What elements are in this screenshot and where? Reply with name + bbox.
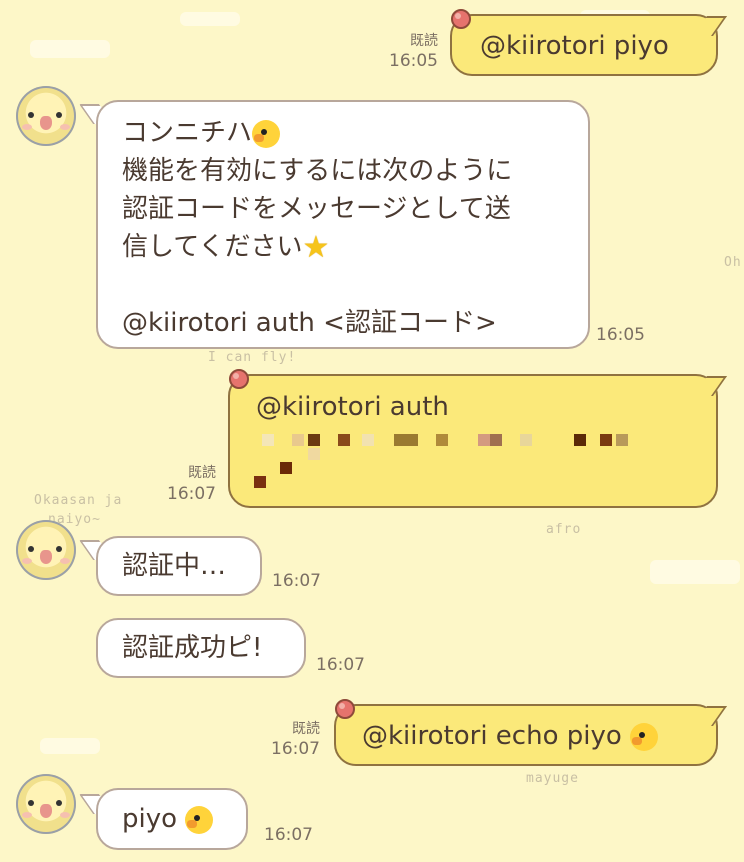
message-time: 16:07 xyxy=(316,655,365,675)
message-line: 信してください★ xyxy=(122,229,330,265)
doodle-text: I can fly! xyxy=(208,350,297,365)
outgoing-message[interactable]: @kiirotori piyo xyxy=(450,14,718,76)
bg-blob xyxy=(40,738,100,754)
message-time: 16:07 xyxy=(167,484,216,504)
chick-emoji xyxy=(630,722,659,751)
doodle-text: Okaasan ja xyxy=(34,493,123,508)
chick-emoji xyxy=(252,119,281,148)
message-time: 16:07 xyxy=(272,571,321,591)
message-text: piyo xyxy=(122,804,178,834)
message-time: 16:05 xyxy=(596,325,645,345)
bubble-flag-icon xyxy=(335,699,355,719)
message-line xyxy=(122,266,588,304)
read-receipt: 既読 xyxy=(292,721,320,737)
message-time: 16:05 xyxy=(389,51,438,71)
bot-avatar[interactable] xyxy=(16,774,76,834)
incoming-message[interactable]: 認証中… xyxy=(96,536,262,596)
outgoing-message[interactable]: @kiirotori echo piyo xyxy=(334,704,718,766)
bg-blob xyxy=(650,560,740,584)
bg-blob xyxy=(30,40,110,58)
read-receipt: 既読 xyxy=(188,465,216,481)
bubble-flag-icon xyxy=(229,369,249,389)
message-time: 16:07 xyxy=(271,739,320,759)
bot-avatar[interactable] xyxy=(16,520,76,580)
read-receipt: 既読 xyxy=(410,33,438,49)
message-text: 認証成功ピ! xyxy=(122,633,263,663)
message-line: 認証コードをメッセージとして送 xyxy=(122,194,511,224)
message-text: @kiirotori piyo xyxy=(480,31,669,61)
message-line: 機能を有効にするには次のように xyxy=(122,156,513,186)
message-text: 認証中… xyxy=(122,551,227,581)
incoming-message[interactable]: コンニチハ 機能を有効にするには次のように 認証コードをメッセージとして送 信し… xyxy=(96,100,590,349)
doodle-text: mayuge xyxy=(526,771,579,786)
message-text: @kiirotori auth xyxy=(256,392,449,422)
bot-avatar[interactable] xyxy=(16,86,76,146)
message-line: コンニチハ xyxy=(122,114,588,152)
doodle-text: afro xyxy=(546,522,582,537)
bubble-flag-icon xyxy=(451,9,471,29)
star-emoji: ★ xyxy=(302,229,330,265)
message-text: @kiirotori echo piyo xyxy=(362,721,622,751)
bg-blob xyxy=(180,12,240,26)
chick-emoji xyxy=(185,805,214,834)
doodle-text: Oh xyxy=(724,255,742,270)
message-time: 16:07 xyxy=(264,825,313,845)
incoming-message[interactable]: 認証成功ピ! xyxy=(96,618,306,678)
incoming-message[interactable]: piyo xyxy=(96,788,248,850)
message-line: @kiirotori auth <認証コード> xyxy=(122,308,497,338)
